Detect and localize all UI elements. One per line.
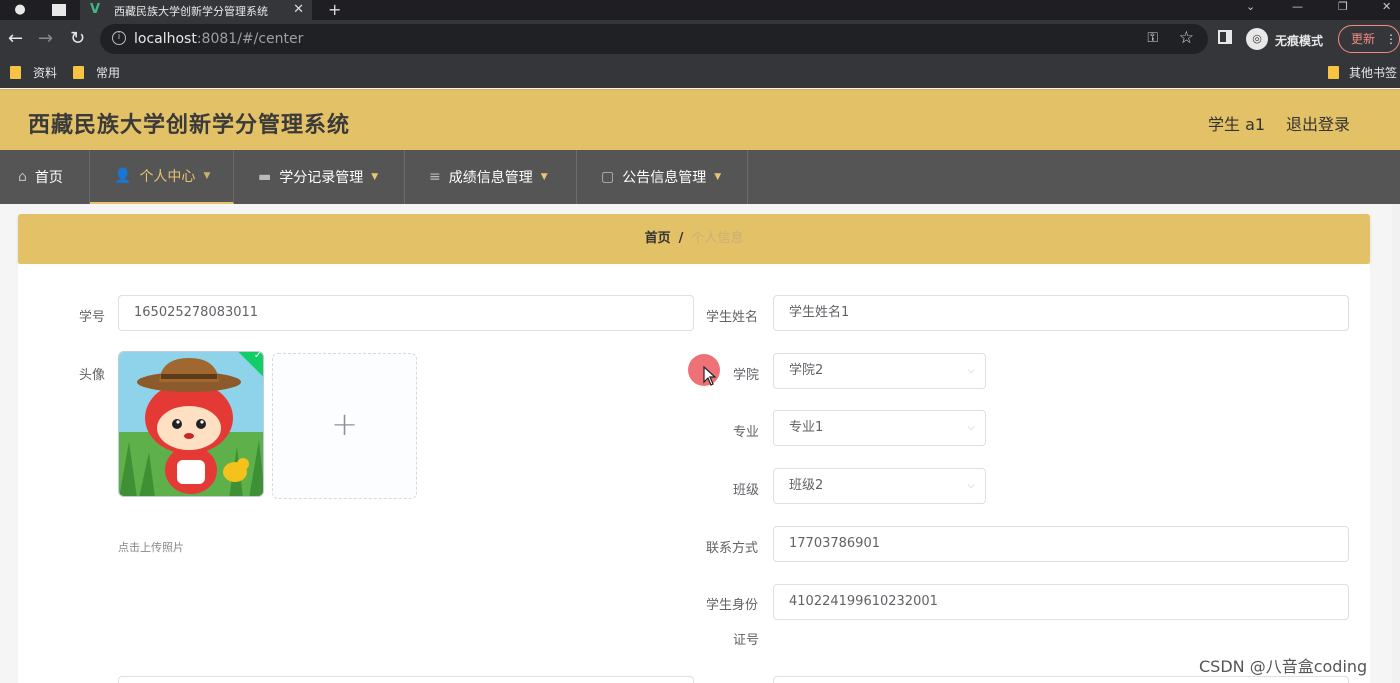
maximize-icon[interactable]: ❐ (1338, 0, 1348, 13)
breadcrumb-current: 个人信息 (691, 231, 744, 246)
user-icon: 👤 (114, 168, 132, 184)
close-tab-icon[interactable]: ✕ (293, 2, 304, 17)
major-value: 专业1 (789, 420, 824, 435)
nav-item-credit-records[interactable]: ▬ 学分记录管理 ▼ (234, 150, 405, 204)
browser-tab-bar: ● V 西藏民族大学创新学分管理系统 ✕ + ⌄ — ❐ ✕ (0, 0, 1400, 20)
plus-icon: + (331, 405, 358, 443)
folder-icon (10, 66, 21, 79)
nav-item-profile[interactable]: 👤 个人中心 ▼ (90, 150, 234, 204)
college-value: 学院2 (789, 363, 824, 378)
check-icon: ✓ (253, 351, 263, 361)
update-button[interactable]: 更新 ⋮ (1338, 25, 1400, 53)
bookmark-folder-changyong[interactable]: 常用 (73, 64, 120, 81)
app-header: 西藏民族大学创新学分管理系统 学生 a1 退出登录 (0, 89, 1400, 150)
id-card-label-line2: 证号 (733, 633, 760, 648)
chevron-down-icon: ▼ (203, 171, 211, 181)
major-label: 专业 (733, 425, 760, 440)
list-icon: ≡ (429, 169, 441, 185)
chevron-down-icon: ⌵ (967, 365, 975, 376)
logout-link[interactable]: 退出登录 (1286, 111, 1350, 135)
class-value: 班级2 (789, 478, 824, 493)
nav-item-home[interactable]: ⌂ 首页 (0, 150, 90, 204)
id-card-label: 学生身份 (706, 598, 759, 613)
tab-search-dropdown-icon[interactable]: ⌄ (1246, 0, 1255, 13)
avatar-label: 头像 (79, 368, 106, 383)
reload-icon[interactable]: ↻ (70, 29, 85, 49)
briefcase-icon: ▬ (258, 169, 272, 185)
bookmark-folder-ziliao[interactable]: 资料 (10, 64, 57, 81)
globe-icon: ● (14, 2, 26, 17)
class-label: 班级 (733, 483, 760, 498)
chevron-down-icon: ⌵ (967, 480, 975, 491)
class-select[interactable]: 班级2 ⌵ (773, 468, 986, 504)
bookmarks-bar: 资料 常用 其他书签 (0, 58, 1400, 88)
chat-icon: ▢ (601, 169, 615, 185)
url-text: localhost:8081/#/center (134, 31, 304, 47)
minimize-icon[interactable]: — (1292, 0, 1303, 13)
current-user: 学生 a1 (1208, 115, 1266, 134)
bookmark-star-icon[interactable]: ☆ (1179, 28, 1194, 48)
csdn-watermark: CSDN @八音盒coding (1199, 657, 1368, 676)
avatar-upload-button[interactable]: + (272, 353, 417, 499)
chevron-down-icon: ⌵ (967, 422, 975, 433)
chevron-down-icon: ▼ (540, 172, 548, 182)
breadcrumb: 首页 / 个人信息 (18, 214, 1370, 264)
incognito-icon: ◎ (1246, 28, 1268, 50)
folder-icon (73, 66, 84, 79)
close-window-icon[interactable]: ✕ (1382, 0, 1391, 13)
browser-toolbar: ← → ↻ i localhost:8081/#/center ⚿ ☆ (0, 20, 1400, 58)
id-card-input[interactable]: 410224199610232001 (773, 584, 1349, 620)
major-select[interactable]: 专业1 ⌵ (773, 410, 986, 446)
folder-icon (1328, 66, 1339, 79)
main-nav: ⌂ 首页 👤 个人中心 ▼ ▬ 学分记录管理 ▼ ≡ 成绩信息管理 ▼ ▢ 公告信息管理 ▼ (0, 150, 1400, 204)
back-icon[interactable]: ← (8, 29, 23, 49)
student-id-input[interactable]: 165025278083011 (118, 295, 694, 331)
nav-item-grades[interactable]: ≡ 成绩信息管理 ▼ (405, 150, 577, 204)
breadcrumb-separator: / (678, 231, 684, 246)
college-select[interactable]: 学院2 ⌵ (773, 353, 986, 389)
vue-logo-icon: V (90, 2, 101, 17)
avatar-image[interactable]: ✓ (118, 351, 264, 497)
home-icon: ⌂ (18, 169, 27, 185)
college-label: 学院 (733, 368, 760, 383)
chevron-down-icon: ▼ (714, 172, 722, 182)
browser-tab[interactable]: V 西藏民族大学创新学分管理系统 ✕ (80, 0, 312, 20)
student-name-input[interactable]: 学生姓名1 (773, 295, 1349, 331)
cartoon-avatar-illustration (119, 352, 263, 496)
side-panel-icon[interactable] (1218, 30, 1232, 44)
new-tab-icon[interactable]: + (328, 0, 341, 19)
next-field-input-right[interactable] (773, 676, 1349, 683)
key-icon[interactable]: ⚿ (1147, 30, 1158, 46)
forward-icon[interactable]: → (38, 29, 53, 49)
bookmark-folder-other[interactable]: 其他书签 (1328, 64, 1397, 81)
phone-input[interactable]: 17703786901 (773, 526, 1349, 562)
app-title: 西藏民族大学创新学分管理系统 (28, 113, 351, 138)
upload-tip: 点击上传照片 (118, 541, 184, 554)
incognito-label: 无痕模式 (1275, 34, 1324, 48)
address-bar[interactable]: i localhost:8081/#/center ⚿ ☆ (100, 24, 1208, 54)
nav-item-announcements[interactable]: ▢ 公告信息管理 ▼ (577, 150, 748, 204)
tab-search-icon[interactable] (52, 4, 66, 16)
site-info-icon[interactable]: i (112, 31, 126, 45)
next-field-input-left[interactable] (118, 676, 694, 683)
phone-label: 联系方式 (706, 541, 759, 556)
student-name-label: 学生姓名 (706, 310, 759, 325)
chevron-down-icon: ▼ (371, 172, 379, 182)
tab-title: 西藏民族大学创新学分管理系统 (114, 5, 268, 18)
breadcrumb-home[interactable]: 首页 (645, 231, 671, 246)
mouse-cursor-icon (703, 366, 717, 386)
page-scrollbar[interactable] (1392, 204, 1400, 683)
student-id-label: 学号 (79, 310, 106, 325)
